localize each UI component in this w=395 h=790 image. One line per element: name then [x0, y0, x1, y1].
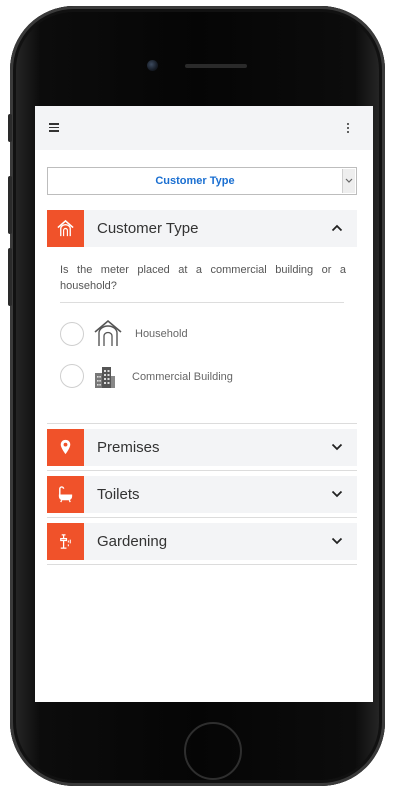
- bathtub-icon: [58, 486, 73, 503]
- accordion-icon-box: [47, 476, 84, 513]
- accordion-title: Gardening: [97, 533, 168, 550]
- accordion-title: Premises: [97, 439, 160, 456]
- commercial-building-label[interactable]: Commercial Building: [132, 371, 233, 383]
- house-outline-icon: [94, 319, 122, 346]
- commercial-building-radio[interactable]: [60, 364, 84, 388]
- location-pin-icon: [60, 439, 71, 455]
- section-select-value: Customer Type: [155, 175, 235, 187]
- question-divider: [60, 302, 344, 303]
- top-app-bar: [35, 106, 373, 150]
- accordion-header-gardening[interactable]: Gardening: [47, 523, 357, 560]
- earpiece-speaker: [185, 64, 247, 68]
- app-screen: Customer Type Customer Type Is the meter…: [35, 106, 373, 702]
- mute-switch: [8, 114, 12, 142]
- accordion-icon-box: [47, 523, 84, 560]
- hamburger-menu-icon[interactable]: [49, 123, 59, 132]
- accordion-header-premises[interactable]: Premises: [47, 429, 357, 466]
- volume-down-button: [8, 248, 12, 306]
- accordion-title: Toilets: [97, 486, 140, 503]
- accordion-divider: [47, 470, 357, 471]
- chevron-down-icon[interactable]: [331, 443, 343, 451]
- chevron-down-icon: [345, 178, 353, 183]
- question-text: Is the meter placed at a commercial buil…: [60, 264, 346, 292]
- chevron-down-icon[interactable]: [331, 490, 343, 498]
- house-icon: [57, 219, 74, 237]
- household-label[interactable]: Household: [135, 328, 188, 340]
- garden-tap-icon: [60, 534, 71, 549]
- accordion-header-customer-type[interactable]: Customer Type: [47, 210, 357, 247]
- accordion-divider: [47, 564, 357, 565]
- chevron-up-icon[interactable]: [331, 224, 343, 232]
- section-select[interactable]: Customer Type: [47, 167, 357, 195]
- accordion-header-toilets[interactable]: Toilets: [47, 476, 357, 513]
- accordion-title: Customer Type: [97, 220, 199, 237]
- front-camera: [147, 60, 158, 71]
- accordion-divider: [47, 423, 357, 424]
- chevron-down-icon[interactable]: [331, 537, 343, 545]
- household-radio[interactable]: [60, 322, 84, 346]
- accordion-icon-box: [47, 429, 84, 466]
- select-dropdown-button[interactable]: [342, 169, 355, 193]
- home-button[interactable]: [184, 722, 242, 780]
- accordion-icon-box: [47, 210, 84, 247]
- volume-up-button: [8, 176, 12, 234]
- more-options-icon[interactable]: [345, 122, 351, 134]
- accordion-divider: [47, 517, 357, 518]
- office-building-icon: [95, 367, 115, 388]
